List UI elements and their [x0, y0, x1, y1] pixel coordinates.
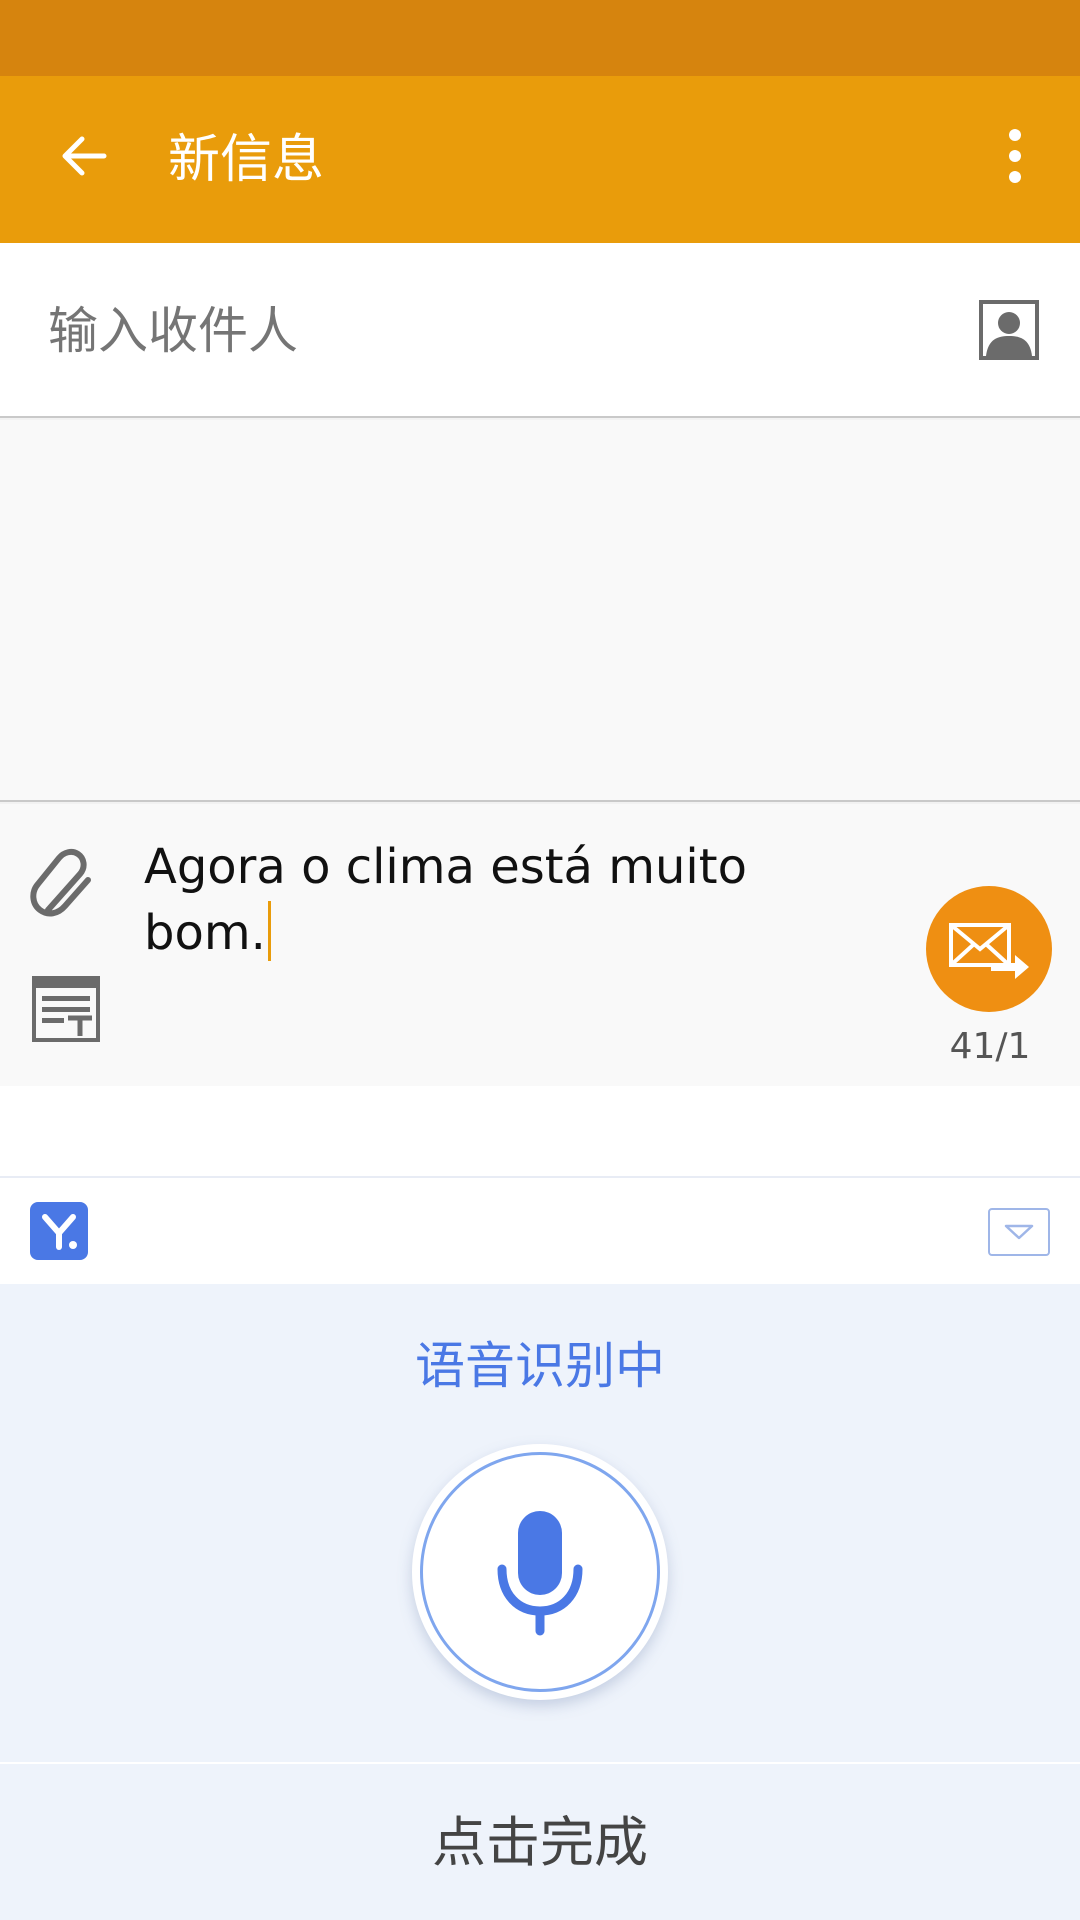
collapse-keyboard-icon: [1004, 1224, 1034, 1240]
done-label: 点击完成: [432, 1811, 648, 1874]
voice-input-panel: 语音识别中: [0, 1284, 1080, 1762]
ime-toolbar: [0, 1178, 1080, 1284]
attach-button[interactable]: [28, 844, 104, 930]
done-button[interactable]: 点击完成: [0, 1762, 1080, 1920]
ime-logo-button[interactable]: [30, 1202, 88, 1260]
arrow-left-icon: [62, 136, 107, 176]
microphone-icon: [497, 1511, 583, 1636]
compose-row: Agora o clima está muito bom. 41/1: [0, 804, 1080, 1086]
ime-logo-icon: [42, 1214, 77, 1250]
paperclip-icon: [30, 848, 91, 917]
text-template-icon: [32, 976, 100, 1042]
more-vert-icon: [1009, 129, 1021, 183]
page-title: 新信息: [168, 130, 325, 190]
send-button[interactable]: [926, 886, 1052, 1012]
microphone-glyph: [480, 1502, 600, 1642]
back-button[interactable]: [44, 116, 124, 196]
contact-person-icon: [979, 300, 1039, 360]
contact-picker-button[interactable]: [978, 299, 1040, 361]
text-cursor: [267, 901, 271, 961]
microphone-button[interactable]: [412, 1444, 668, 1700]
send-mail-icon: [949, 923, 1029, 979]
spacer: [0, 1086, 1080, 1178]
recipient-input[interactable]: [48, 301, 908, 361]
message-text: Agora o clima está muito bom.: [144, 839, 747, 961]
character-counter: 41/1: [949, 1026, 1031, 1067]
status-bar: [0, 0, 1080, 76]
app-bar: 新信息: [0, 76, 1080, 243]
more-options-button[interactable]: [980, 116, 1050, 196]
message-thread-area: [0, 420, 1080, 802]
voice-status-label: 语音识别中: [415, 1337, 665, 1395]
collapse-keyboard-button[interactable]: [988, 1208, 1050, 1256]
message-input[interactable]: Agora o clima está muito bom.: [144, 834, 784, 966]
recipient-row: [0, 243, 1080, 418]
text-template-button[interactable]: [32, 976, 100, 1042]
